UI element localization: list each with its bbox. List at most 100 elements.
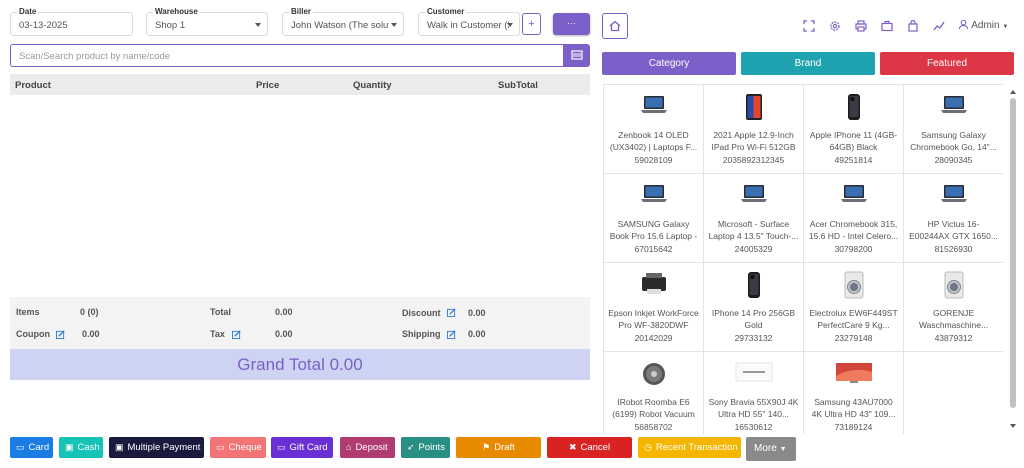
cancel-button[interactable]: ✖ Cancel	[547, 437, 632, 458]
date-value: 03-13-2025	[19, 20, 68, 31]
printer-icon	[639, 271, 669, 302]
product-card[interactable]: Samsung Galaxy Chromebook Go, 14"... 2809…	[904, 85, 1003, 174]
product-card[interactable]: IPhone 14 Pro 256GB Gold 29733132	[704, 263, 804, 352]
col-price: Price	[256, 80, 280, 91]
robot-vacuum-icon	[639, 360, 669, 393]
product-card[interactable]: Acer Chromebook 315, 15.6 HD - Intel Cel…	[804, 174, 904, 263]
washer-icon	[839, 271, 869, 304]
product-name: Zenbook 14 OLED (UX3402) | Laptops F...	[609, 130, 698, 152]
ellipsis-icon: ···	[567, 18, 576, 28]
more-options-button[interactable]: ···	[553, 13, 590, 35]
product-name: Acer Chromebook 315, 15.6 HD - Intel Cel…	[808, 219, 899, 241]
warehouse-label: Warehouse	[153, 7, 200, 16]
deposit-button[interactable]: ⌂ Deposit	[340, 437, 395, 458]
more-dropdown-button[interactable]: More ▼	[746, 437, 796, 461]
edit-coupon-icon[interactable]	[56, 330, 65, 339]
product-card[interactable]: HP Victus 16-E00244AX GTX 1650... 8152693…	[904, 174, 1003, 263]
chart-line-icon[interactable]	[933, 20, 945, 32]
scrollbar[interactable]	[1008, 84, 1018, 434]
product-search-input[interactable]: Scan/Search product by name/code	[10, 44, 564, 67]
product-code: 20142029	[634, 333, 673, 343]
chevron-down-icon	[391, 23, 397, 27]
home-button[interactable]	[602, 13, 628, 39]
gift-card-button[interactable]: ▭ Gift Card	[271, 437, 333, 458]
gear-icon[interactable]	[829, 20, 841, 32]
user-name: Admin	[971, 20, 1000, 31]
laptop-icon	[839, 182, 869, 211]
brand-button[interactable]: Brand	[741, 52, 875, 75]
barcode-button[interactable]	[564, 44, 590, 67]
add-customer-button[interactable]: +	[522, 13, 541, 35]
grand-total: Grand Total 0.00	[10, 349, 590, 380]
product-card[interactable]: GORENJE Waschmaschine... 43879312	[904, 263, 1003, 352]
product-name: Epson Inkjet WorkForce Pro WF-3820DWF	[608, 308, 699, 330]
product-name: Samsung Galaxy Chromebook Go, 14"...	[910, 130, 997, 152]
category-button[interactable]: Category	[602, 52, 736, 75]
product-name: Microsoft - Surface Laptop 4 13.5" Touch…	[708, 219, 799, 241]
edit-shipping-icon[interactable]	[447, 330, 456, 339]
fullscreen-icon[interactable]	[803, 20, 815, 32]
warehouse-select[interactable]: Warehouse Shop 1	[146, 8, 268, 36]
multiple-payment-button[interactable]: ▣ Multiple Payment	[109, 437, 204, 458]
customer-select[interactable]: Customer Walk in Customer (2	[418, 8, 520, 36]
search-placeholder: Scan/Search product by name/code	[19, 51, 171, 62]
customer-value: Walk in Customer (2	[427, 20, 509, 31]
product-card[interactable]: Sony Bravia 55X90J 4K Ultra HD 55" 140..…	[704, 352, 804, 434]
product-code: 56858702	[634, 422, 673, 432]
product-code: 43879312	[934, 333, 973, 343]
product-card[interactable]: 2021 Apple 12.9-Inch IPad Pro Wi-Fi 512G…	[704, 85, 804, 174]
flag-icon: ⚑	[482, 442, 491, 452]
product-card[interactable]: Electrolux EW6F449ST PerfectCare 9 Kg...…	[804, 263, 904, 352]
product-grid: Zenbook 14 OLED (UX3402) | Laptops F... 5…	[603, 84, 1003, 434]
product-code: 73189124	[834, 422, 873, 432]
product-card[interactable]: Samsung 43AU7000 4K Ultra HD 43" 109... 7…	[804, 352, 904, 434]
edit-tax-icon[interactable]	[232, 330, 241, 339]
product-code: 81526930	[934, 244, 973, 254]
user-menu[interactable]: Admin ▼	[958, 19, 1008, 31]
product-card[interactable]: IRobot Roomba E6 (6199) Robot Vacuum 5685…	[604, 352, 704, 434]
product-code: 59028109	[634, 155, 673, 165]
washer-icon	[939, 271, 969, 304]
featured-button[interactable]: Featured	[880, 52, 1014, 75]
product-code: 23279148	[834, 333, 873, 343]
total-value: 0.00	[275, 307, 293, 317]
rocket-icon: ➶	[407, 442, 415, 452]
product-name: Electrolux EW6F449ST PerfectCare 9 Kg...	[809, 308, 898, 330]
user-icon	[958, 19, 969, 30]
cart-table-header: Product Price Quantity SubTotal	[10, 74, 590, 95]
shopping-bag-icon[interactable]	[907, 20, 919, 32]
product-card[interactable]: Epson Inkjet WorkForce Pro WF-3820DWF 201…	[604, 263, 704, 352]
laptop-icon	[639, 93, 669, 122]
product-name: Sony Bravia 55X90J 4K Ultra HD 55" 140..…	[708, 397, 799, 419]
date-label: Date	[17, 7, 39, 16]
briefcase-icon[interactable]	[881, 20, 893, 32]
close-icon: ✖	[568, 442, 577, 452]
tax-label: Tax	[210, 329, 225, 339]
product-name: HP Victus 16-E00244AX GTX 1650...	[909, 219, 998, 241]
cheque-button[interactable]: ▭ Cheque	[210, 437, 266, 458]
chevron-down-icon	[255, 23, 261, 27]
chevron-down-icon	[507, 23, 513, 27]
col-quantity: Quantity	[353, 80, 392, 91]
product-code: 29733132	[734, 333, 773, 343]
product-card[interactable]: Apple IPhone 11 (4GB-64GB) Black 49251814	[804, 85, 904, 174]
date-field[interactable]: Date 03-13-2025	[10, 8, 133, 36]
product-card[interactable]: Microsoft - Surface Laptop 4 13.5" Touch…	[704, 174, 804, 263]
card-button[interactable]: ▭ Card	[10, 437, 53, 458]
product-code: 2035892312345	[722, 155, 785, 165]
chevron-down-icon: ▼	[1002, 24, 1009, 30]
draft-button[interactable]: ⚑ Draft	[456, 437, 541, 458]
biller-select[interactable]: Biller John Watson (The solutio	[282, 8, 404, 36]
product-name: Apple IPhone 11 (4GB-64GB) Black	[809, 130, 898, 152]
recent-transaction-button[interactable]: ◷ Recent Transaction	[638, 437, 741, 458]
product-name: IRobot Roomba E6 (6199) Robot Vacuum	[612, 397, 695, 419]
total-label: Total	[210, 307, 231, 317]
product-card[interactable]: SAMSUNG Galaxy Book Pro 15.6 Laptop - In…	[604, 174, 704, 263]
phone-icon	[839, 93, 869, 126]
cash-button[interactable]: ▣ Cash	[59, 437, 103, 458]
points-button[interactable]: ➶ Points	[401, 437, 450, 458]
printer-icon[interactable]	[855, 20, 867, 32]
product-card[interactable]: Zenbook 14 OLED (UX3402) | Laptops F... 5…	[604, 85, 704, 174]
edit-discount-icon[interactable]	[447, 308, 456, 317]
tablet-icon	[739, 93, 769, 126]
